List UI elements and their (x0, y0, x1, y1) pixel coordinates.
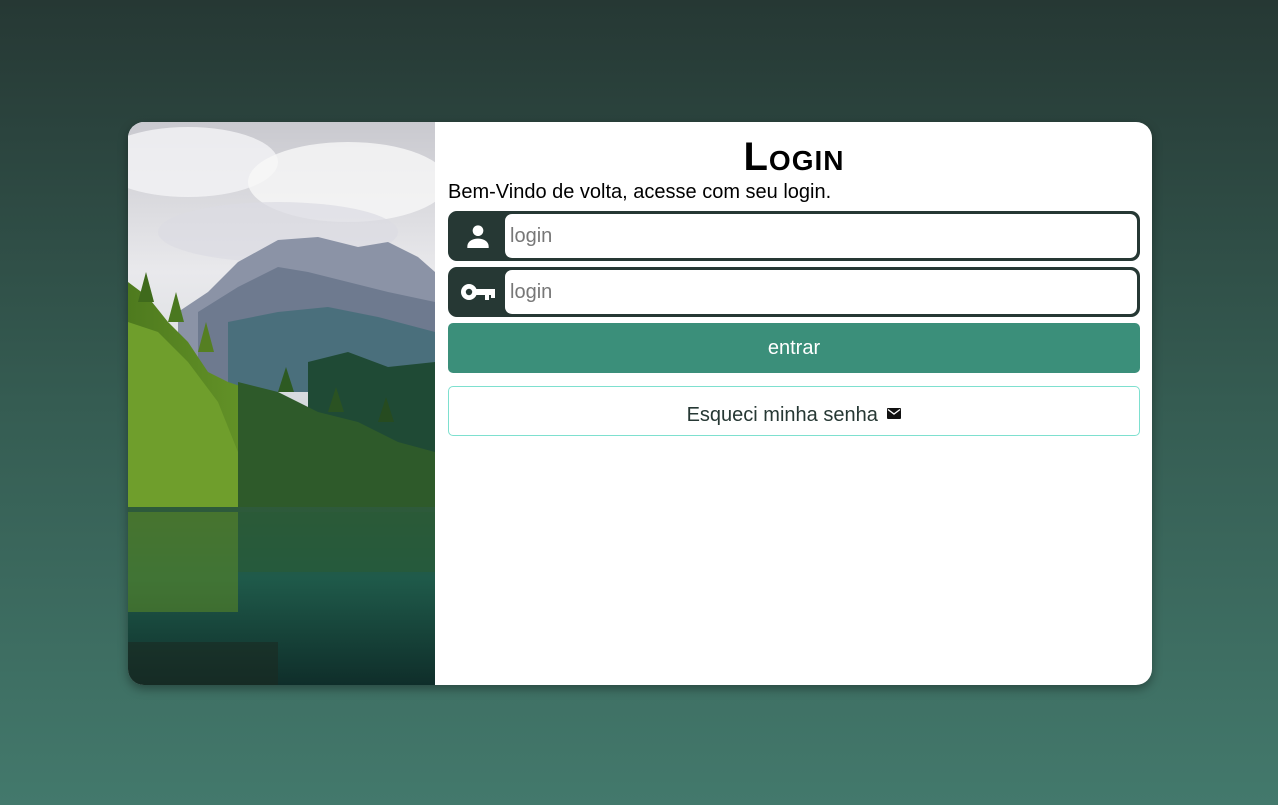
user-icon (451, 214, 505, 258)
forgot-password-label: Esqueci minha senha (686, 404, 878, 426)
username-field-group (448, 211, 1140, 261)
welcome-text: Bem-Vindo de volta, acesse com seu login… (448, 181, 832, 203)
landscape-image (128, 122, 435, 685)
login-submit-button[interactable]: entrar (448, 323, 1140, 373)
username-input[interactable] (505, 214, 1137, 258)
forgot-password-button[interactable]: Esqueci minha senha (448, 386, 1140, 436)
login-card: Login Bem-Vindo de volta, acesse com seu… (128, 122, 1152, 685)
page-title: Login (743, 135, 845, 179)
password-field-group (448, 267, 1140, 317)
password-input[interactable] (505, 270, 1137, 314)
login-form: Login Bem-Vindo de volta, acesse com seu… (435, 122, 1152, 685)
mail-icon (887, 402, 902, 425)
key-icon (451, 270, 505, 314)
